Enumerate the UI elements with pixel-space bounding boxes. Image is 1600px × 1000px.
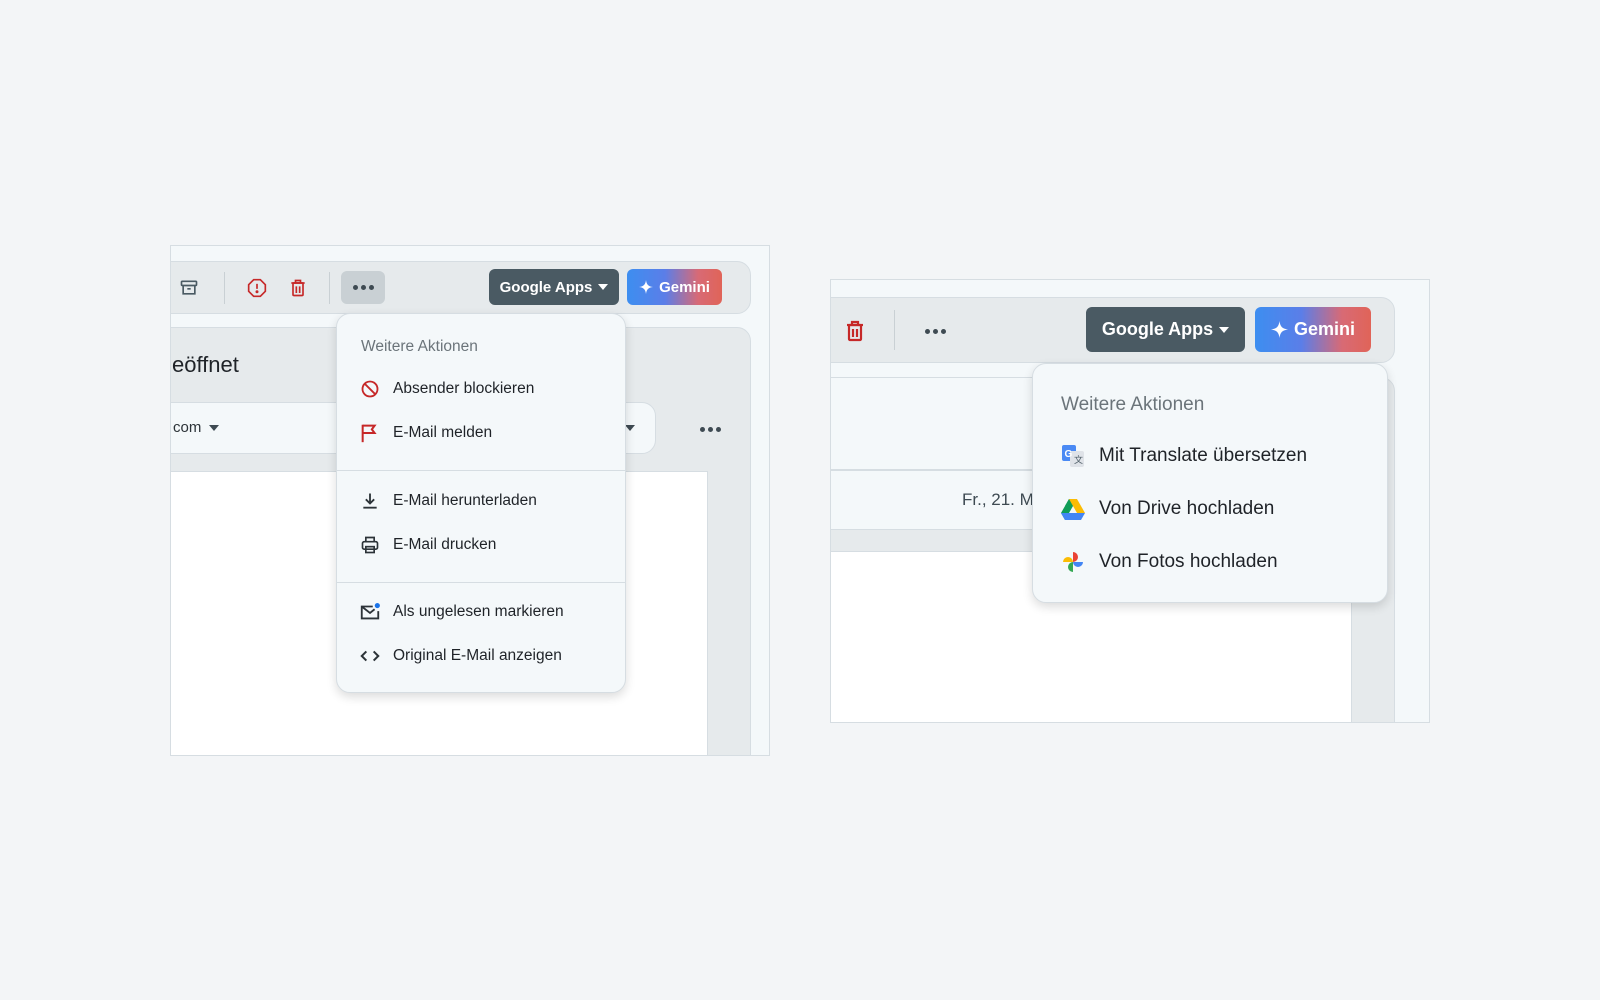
- more-actions-button[interactable]: [912, 316, 958, 346]
- download-icon: [359, 490, 381, 512]
- chevron-down-icon: [625, 424, 636, 431]
- menu-item-download-mail[interactable]: E-Mail herunterladen: [359, 490, 537, 512]
- sparkle-icon: [1270, 321, 1288, 338]
- mail-subject: eöffnet: [172, 352, 239, 377]
- gemini-button[interactable]: Gemini: [1255, 307, 1371, 352]
- delete-button[interactable]: [285, 275, 311, 301]
- chevron-down-icon: [1219, 326, 1230, 333]
- report-spam-button[interactable]: [244, 275, 270, 301]
- mail-toolbar: Google Apps Gemini: [831, 297, 1395, 363]
- google-apps-label: Google Apps: [1101, 319, 1214, 339]
- svg-text:G: G: [1065, 449, 1073, 460]
- menu-item-label: Als ungelesen markieren: [393, 603, 564, 620]
- chevron-down-icon: [209, 424, 220, 431]
- menu-item-print-mail[interactable]: E-Mail drucken: [359, 534, 496, 556]
- google-apps-label: Google Apps: [499, 278, 593, 296]
- menu-item-drive-upload[interactable]: Von Drive hochladen: [1061, 497, 1274, 521]
- gemini-button[interactable]: Gemini: [627, 269, 722, 305]
- google-translate-icon: G 文: [1061, 444, 1085, 468]
- menu-header: Weitere Aktionen: [361, 338, 478, 355]
- trash-icon: [291, 279, 305, 297]
- svg-text:文: 文: [1074, 454, 1083, 466]
- more-dots-icon: [352, 285, 374, 290]
- menu-item-mark-unread[interactable]: Als ungelesen markieren: [359, 601, 564, 623]
- toolbar-divider: [329, 272, 330, 304]
- menu-item-label: E-Mail drucken: [393, 536, 497, 553]
- flag-icon: [359, 422, 381, 444]
- google-apps-menu: Weitere Aktionen G 文 Mit Translate übers…: [1032, 363, 1388, 603]
- archive-button[interactable]: [176, 275, 202, 301]
- menu-item-label: Von Fotos hochladen: [1099, 551, 1278, 572]
- mail-toolbar: Google Apps Gemini: [171, 261, 751, 314]
- google-photos-icon: [1061, 550, 1085, 574]
- code-icon: [359, 645, 381, 667]
- more-dots-icon: [924, 328, 946, 334]
- google-apps-button[interactable]: Google Apps: [1086, 307, 1245, 352]
- gemini-label: Gemini: [1293, 319, 1355, 339]
- sender-address: com: [173, 419, 202, 436]
- sparkle-icon: [639, 280, 654, 294]
- menu-item-label: E-Mail melden: [393, 424, 493, 441]
- menu-item-show-original[interactable]: Original E-Mail anzeigen: [359, 645, 562, 667]
- mail-date-text: Fr., 21. M: [962, 490, 1034, 509]
- menu-item-label: Original E-Mail anzeigen: [393, 647, 562, 664]
- google-apps-button[interactable]: Google Apps: [489, 269, 619, 305]
- menu-divider: [337, 582, 625, 583]
- menu-item-label: E-Mail herunterladen: [393, 492, 537, 509]
- gemini-label: Gemini: [659, 278, 710, 296]
- toolbar-divider: [894, 310, 895, 350]
- right-mail-panel: Google Apps Gemini Fr., 21. M Weitere Ak…: [830, 279, 1430, 723]
- menu-item-translate[interactable]: G 文 Mit Translate übersetzen: [1061, 444, 1307, 468]
- more-actions-menu: Weitere Aktionen Absender blockieren E-M…: [336, 313, 626, 693]
- menu-header: Weitere Aktionen: [1061, 394, 1205, 415]
- menu-item-report-mail[interactable]: E-Mail melden: [359, 422, 492, 444]
- sender-selector[interactable]: com: [173, 419, 220, 436]
- more-dots-icon: [699, 426, 721, 432]
- toolbar-divider: [224, 272, 225, 304]
- print-icon: [359, 534, 381, 556]
- menu-divider: [337, 470, 625, 471]
- menu-item-label: Absender blockieren: [393, 380, 535, 397]
- menu-item-label: Von Drive hochladen: [1099, 498, 1275, 519]
- report-spam-icon: [247, 278, 267, 298]
- mark-unread-icon: [359, 601, 381, 623]
- menu-item-photos-upload[interactable]: Von Fotos hochladen: [1061, 550, 1278, 574]
- more-actions-button[interactable]: [341, 271, 385, 304]
- message-more-button[interactable]: [692, 416, 728, 442]
- google-drive-icon: [1061, 497, 1085, 521]
- archive-icon: [180, 280, 198, 295]
- menu-item-block-sender[interactable]: Absender blockieren: [359, 378, 534, 400]
- trash-icon: [847, 320, 863, 342]
- left-mail-panel: Google Apps Gemini eöffnet com 1 Wei: [170, 245, 770, 756]
- delete-button[interactable]: [840, 316, 870, 346]
- menu-item-label: Mit Translate übersetzen: [1099, 445, 1308, 466]
- block-icon: [359, 378, 381, 400]
- chevron-down-icon: [598, 284, 609, 290]
